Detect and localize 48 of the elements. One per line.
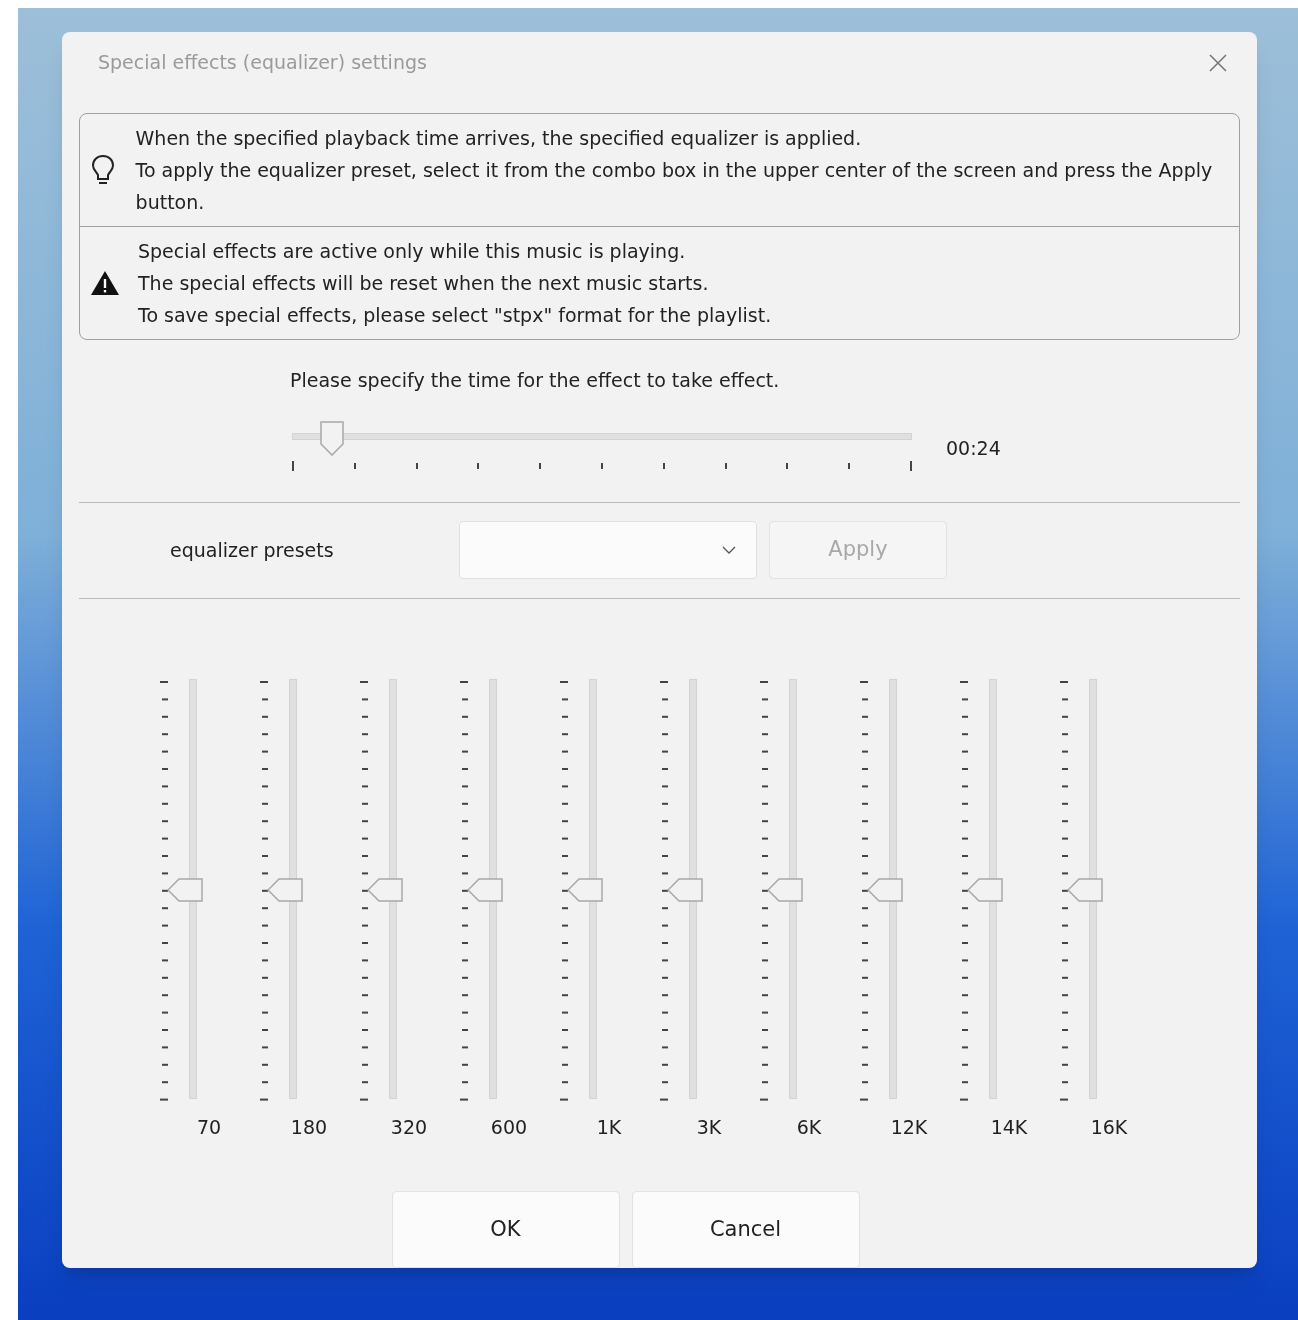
lightbulb-icon xyxy=(90,154,116,187)
tick-mark xyxy=(786,462,789,469)
tick-mark xyxy=(724,462,727,469)
time-reading: 00:24 xyxy=(946,435,1001,461)
tick-mark xyxy=(292,460,294,471)
band-slider-thumb[interactable] xyxy=(167,877,203,902)
tick-mark xyxy=(415,462,418,469)
notice-text: When the specified playback time arrives, the specified equalizer is applied. xyxy=(135,126,863,152)
band-label: 14K xyxy=(989,1114,1029,1140)
tick-mark xyxy=(601,462,603,469)
band-label: 600 xyxy=(489,1114,529,1140)
tick-mark xyxy=(848,462,851,469)
presets-label: equalizer presets xyxy=(170,537,335,563)
tick-mark xyxy=(662,462,665,469)
band-label: 12K xyxy=(889,1114,929,1140)
band-slider-thumb[interactable] xyxy=(267,877,303,902)
preset-combo-box[interactable] xyxy=(459,521,757,580)
band-slider-thumb[interactable] xyxy=(567,877,603,902)
notice-text: The special effects will be reset when the next music starts. xyxy=(138,271,710,297)
tick-mark xyxy=(353,462,356,469)
window-title: Special effects (equalizer) settings xyxy=(98,50,427,76)
band-slider-thumb[interactable] xyxy=(1067,877,1103,902)
cancel-button[interactable]: Cancel xyxy=(631,1191,860,1268)
close-icon xyxy=(1208,52,1228,73)
band-label: 70 xyxy=(195,1114,223,1140)
band-slider-thumb[interactable] xyxy=(367,877,403,902)
notice-text: To apply the equalizer preset, select it from the combo box in the upper center of the screen and press the Apply button. xyxy=(135,158,1214,216)
time-prompt: Please specify the time for the effect to take effect. xyxy=(290,368,781,394)
band-label: 1K xyxy=(595,1114,623,1140)
band-label: 3K xyxy=(695,1114,723,1140)
warning-icon xyxy=(90,270,120,297)
band-label: 320 xyxy=(389,1114,429,1140)
tick-mark xyxy=(477,462,480,469)
notice-text: To save special effects, please select "stpx" format for the playlist. xyxy=(138,303,772,329)
tick-mark xyxy=(910,460,912,471)
band-slider-thumb[interactable] xyxy=(467,877,503,902)
ok-button[interactable]: OK xyxy=(391,1191,620,1268)
band-label: 180 xyxy=(289,1114,329,1140)
band-slider-thumb[interactable] xyxy=(767,877,803,902)
band-label: 6K xyxy=(795,1114,823,1140)
tick-mark xyxy=(539,462,542,469)
time-slider-thumb[interactable] xyxy=(320,420,345,456)
band-label: 16K xyxy=(1089,1114,1129,1140)
band-slider-thumb[interactable] xyxy=(867,877,903,902)
band-slider-thumb[interactable] xyxy=(667,877,703,902)
notice-text: Special effects are active only while this music is playing. xyxy=(138,239,687,265)
band-slider-thumb[interactable] xyxy=(967,877,1003,902)
chevron-down-icon xyxy=(722,546,736,555)
